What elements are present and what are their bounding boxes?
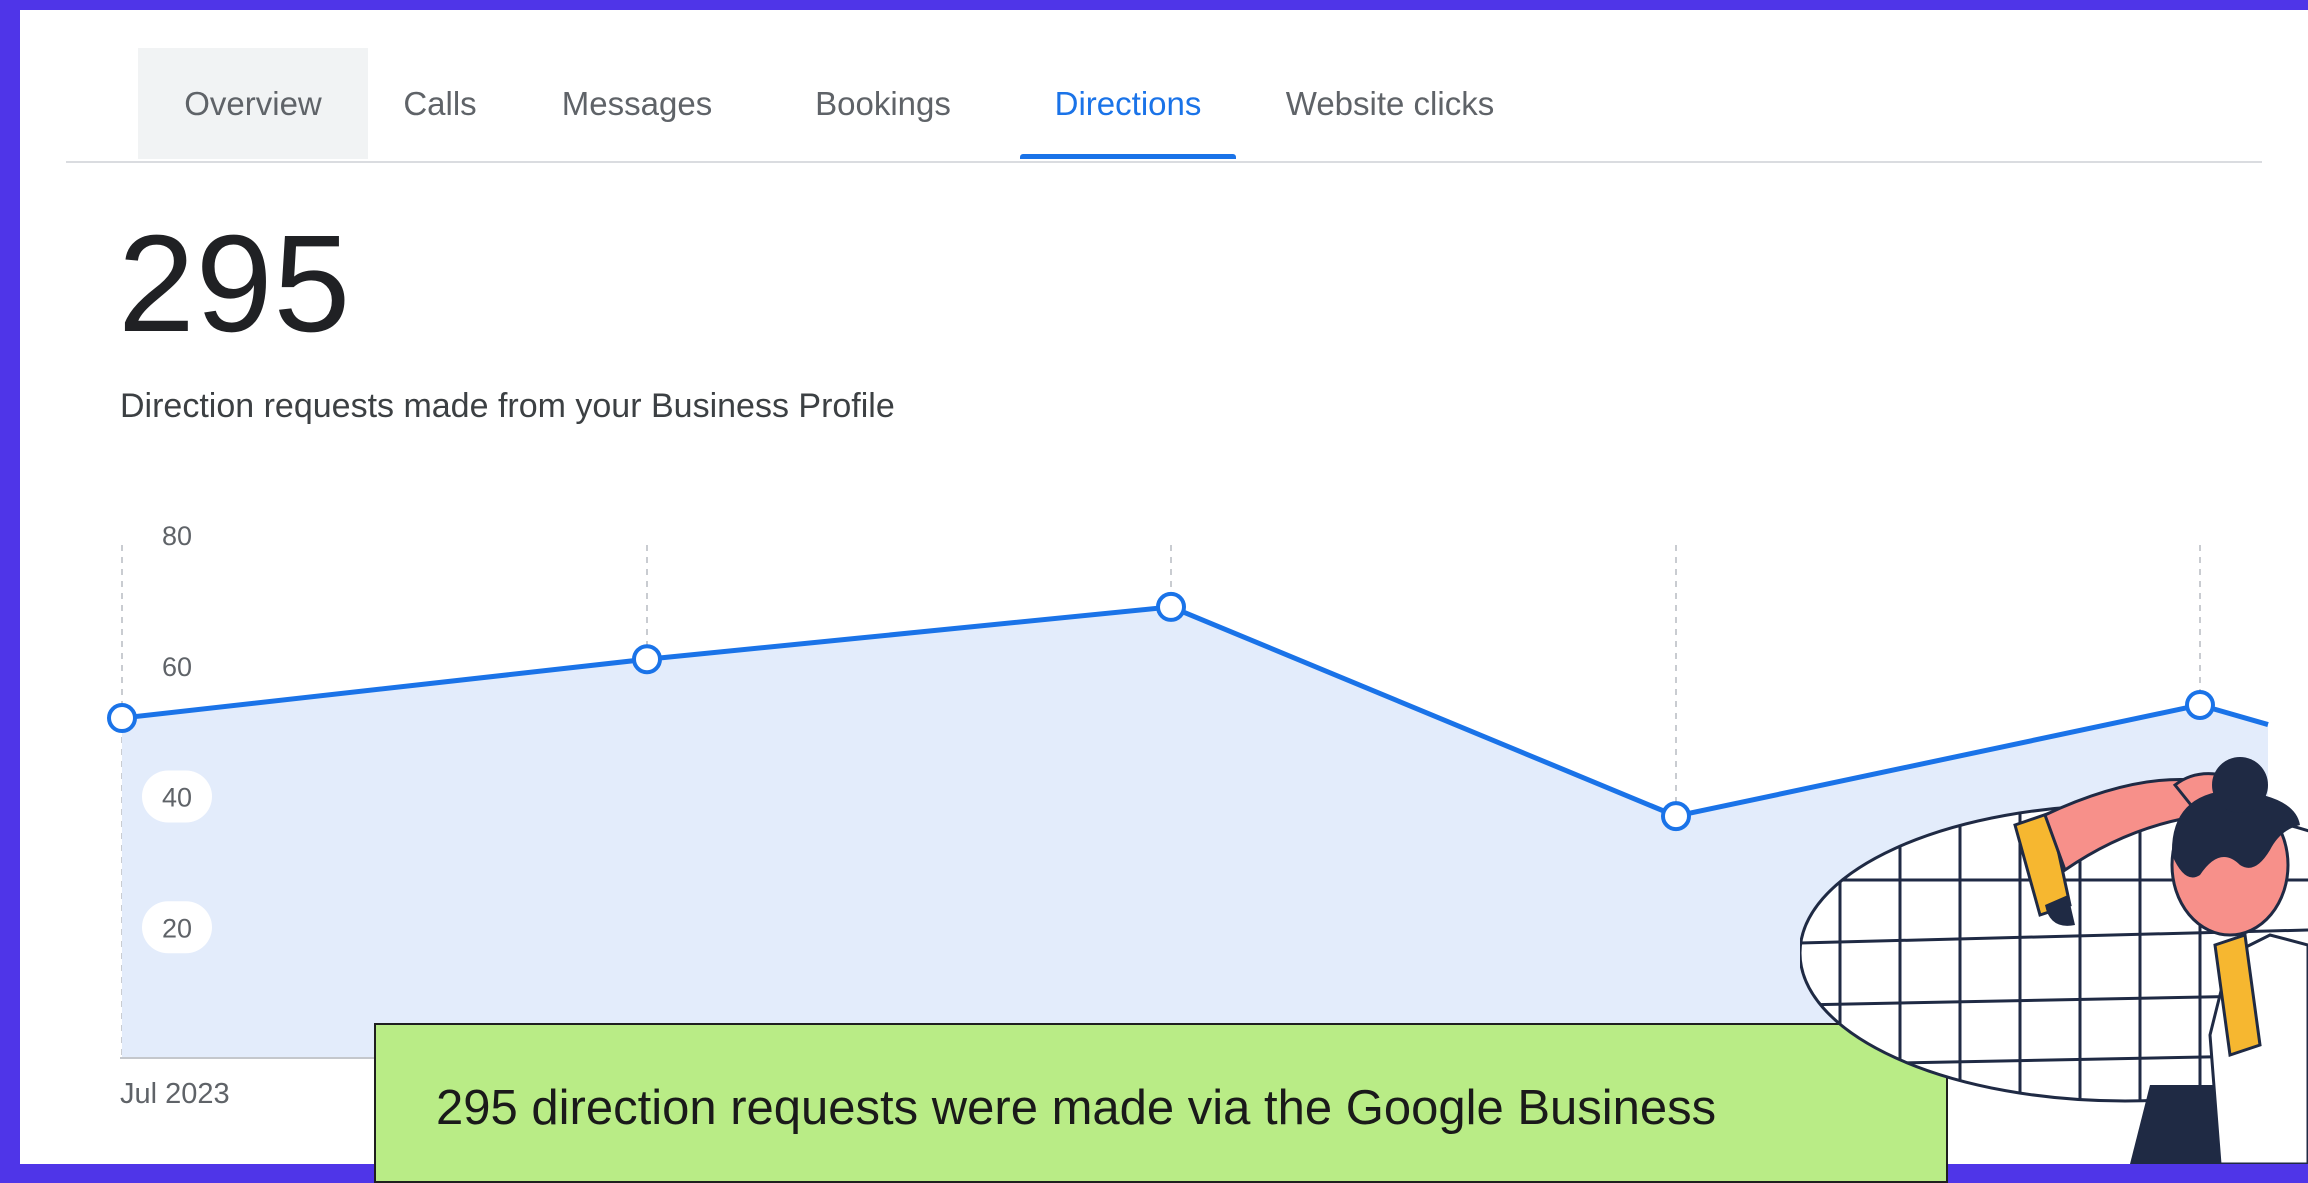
hair-bun-shape [2212, 757, 2268, 813]
data-point [632, 644, 662, 675]
person-binoculars-illustration [1800, 757, 2308, 1164]
y-tick-label: 80 [162, 521, 192, 551]
data-point [1156, 591, 1186, 622]
y-tick-label: 40 [162, 783, 192, 813]
data-point [107, 703, 137, 734]
callout-text: 295 direction requests were made via the… [436, 1081, 1717, 1135]
data-point [1661, 801, 1691, 832]
x-tick-label: Jul 2023 [120, 1078, 230, 1110]
y-tick-label: 20 [162, 913, 192, 943]
data-point [2185, 689, 2215, 720]
y-tick-label: 60 [162, 652, 192, 682]
callout-box: 295 direction requests were made via the… [374, 1023, 1948, 1183]
